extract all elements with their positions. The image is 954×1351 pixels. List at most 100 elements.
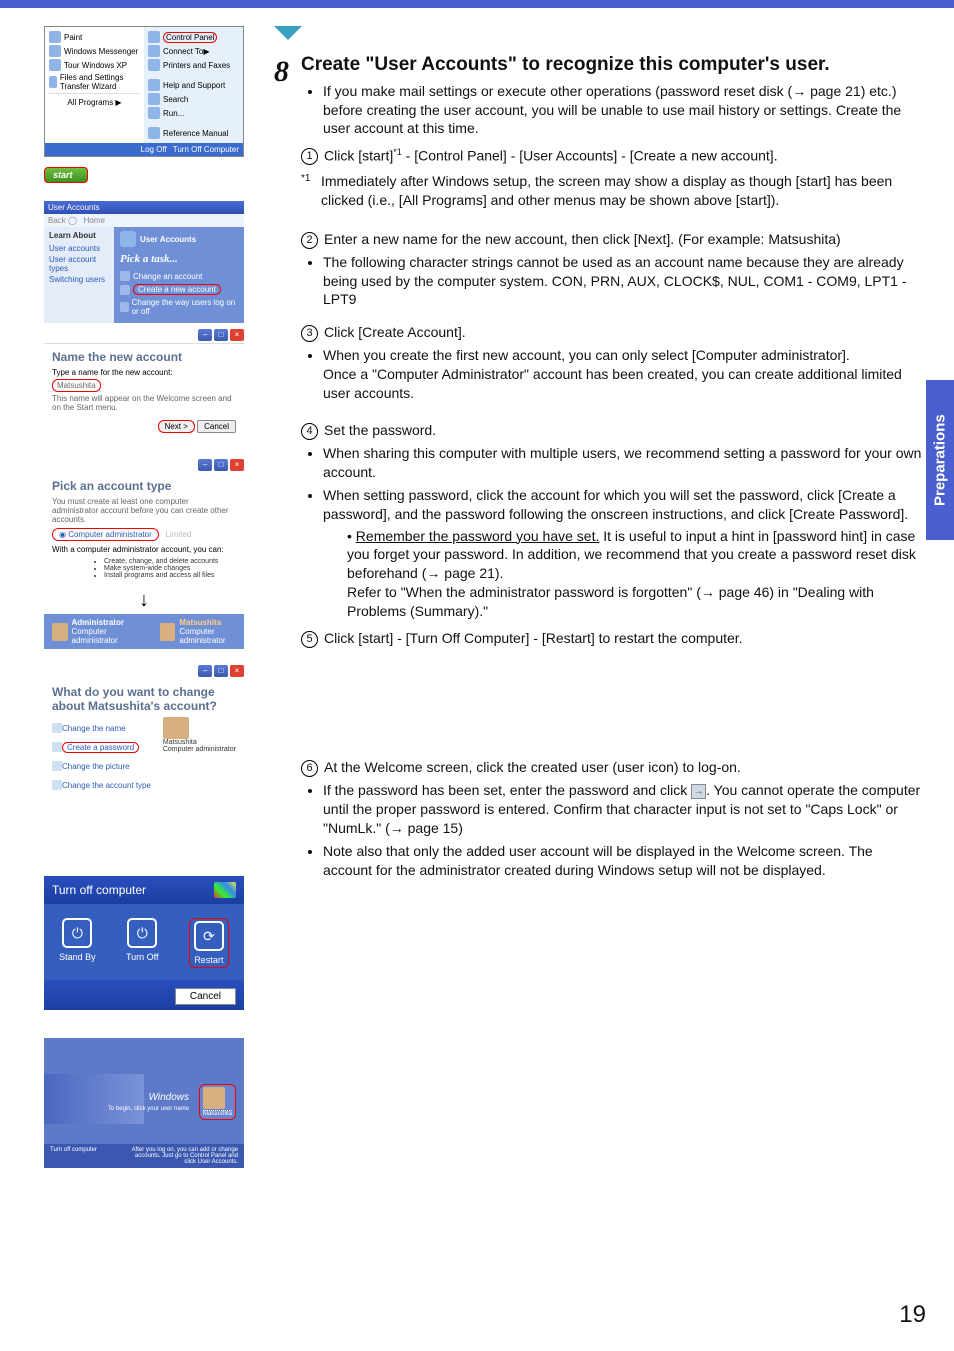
page-number: 19: [899, 1301, 926, 1329]
intro-bullet: If you make mail settings or execute oth…: [323, 82, 924, 139]
mat-sub: Computer administrator: [179, 627, 236, 645]
ua-t2: Create a new account: [133, 284, 221, 295]
welcome-foot-left: Turn off computer: [50, 1147, 97, 1165]
step-3-text: Click [Create Account].: [324, 323, 466, 342]
messenger-icon: [49, 45, 61, 57]
arrow-icon: [120, 302, 129, 312]
start-item-paint: Paint: [64, 33, 82, 42]
start-button: start: [44, 167, 88, 183]
pick-type-window: –□× Pick an account type You must create…: [44, 457, 244, 649]
circled-3: 3: [301, 325, 318, 342]
step-4-text: Set the password.: [324, 421, 436, 440]
cp-icon: [148, 31, 160, 43]
name-prompt: Type a name for the new account:: [52, 368, 236, 377]
close-icon: ×: [230, 459, 244, 471]
step-title: Create "User Accounts" to recognize this…: [301, 52, 924, 78]
ua-home: Home: [84, 216, 105, 225]
avatar-icon: [163, 717, 189, 739]
ua-l2: User account types: [49, 255, 109, 273]
close-icon: ×: [230, 665, 244, 677]
mat-name: Matsushita: [179, 618, 236, 627]
standby-option: ⏻ Stand By: [59, 918, 96, 968]
radio-limited: Limited: [165, 530, 191, 539]
ua-pick: Pick a task...: [120, 253, 238, 265]
step-6-bullet-b: Note also that only the added user accou…: [323, 842, 924, 880]
ua-t3: Change the way users log on or off: [132, 298, 238, 316]
turnoff-dialog: Turn off computer ⏻ Stand By ⏻ Turn Off …: [44, 876, 244, 1010]
step-3-bullet: When you create the first new account, y…: [323, 346, 924, 403]
restart-option: ⟳ Restart: [189, 918, 229, 968]
task-icon: [52, 761, 62, 771]
step-6-bullet-a: If the password has been set, enter the …: [323, 781, 924, 838]
refman-icon: [148, 127, 160, 139]
circled-2: 2: [301, 232, 318, 249]
start-item-search: Search: [163, 95, 188, 104]
circled-1: 1: [301, 148, 318, 165]
paint-icon: [49, 31, 61, 43]
chg-title: What do you want to change about Matsush…: [52, 685, 236, 713]
task-icon: [52, 742, 62, 752]
start-item-control-panel: Control Panel: [163, 32, 217, 43]
step-4-bullet-a: When sharing this computer with multiple…: [323, 444, 924, 482]
admin-name: Administrator: [72, 618, 131, 627]
pick-d2: Make system-wide changes: [104, 565, 236, 572]
ua-t1: Change an account: [133, 272, 202, 281]
name-account-window: –□× Name the new account Type a name for…: [44, 327, 244, 441]
start-item-tour: Tour Windows XP: [64, 61, 127, 70]
turnoff-cancel-button: Cancel: [175, 988, 236, 1005]
printers-icon: [148, 59, 160, 71]
turnoff-title: Turn off computer: [52, 883, 146, 897]
start-item-fst: Files and Settings Transfer Wizard: [60, 73, 140, 91]
welcome-user-name: Matsushita: [203, 1110, 232, 1117]
task-icon: [52, 723, 62, 733]
maximize-icon: □: [214, 665, 228, 677]
welcome-foot-right: After you log on, you can add or change …: [128, 1147, 238, 1165]
chg-c2: Create a password: [62, 742, 139, 753]
step-1-text: Click [start]*1 - [Control Panel] - [Use…: [324, 146, 778, 166]
start-menu-screenshot: Paint Windows Messenger Tour Windows XP …: [44, 26, 244, 157]
circled-4: 4: [301, 423, 318, 440]
radio-admin: ◉ Computer administrator: [52, 528, 159, 541]
restart-icon: ⟳: [194, 921, 224, 951]
arrow-icon: [120, 285, 130, 295]
step-6-text: At the Welcome screen, click the created…: [324, 758, 741, 777]
step-marker-icon: [274, 26, 306, 44]
chg-c1: Change the name: [62, 724, 126, 733]
tour-icon: [49, 59, 61, 71]
pick-d1: Create, change, and delete accounts: [104, 558, 236, 565]
name-input: Matsushita: [52, 379, 101, 392]
welcome-screen: Windows To begin, click your user name M…: [44, 1038, 244, 1168]
admin-sub: Computer administrator: [72, 627, 131, 645]
run-icon: [148, 107, 160, 119]
windows-flag-icon: [214, 882, 236, 898]
pick-desc: With a computer administrator account, y…: [52, 545, 236, 554]
arrow-down-icon: ↓: [44, 589, 244, 612]
next-button: Next >: [158, 420, 195, 433]
task-icon: [52, 780, 62, 790]
ua-learn: Learn About: [49, 231, 109, 240]
circled-6: 6: [301, 760, 318, 777]
avatar-icon: [52, 623, 68, 641]
start-item-printers: Printers and Faxes: [163, 61, 230, 70]
name-hint: This name will appear on the Welcome scr…: [52, 394, 236, 412]
chg-card-name: Matsushita: [163, 739, 197, 746]
ua-back: Back: [48, 216, 66, 225]
minimize-icon: –: [198, 459, 212, 471]
footnote-1: Immediately after Windows setup, the scr…: [321, 172, 924, 210]
ua-l3: Switching users: [49, 275, 109, 284]
ua-title: User Accounts: [48, 203, 100, 212]
pick-note: You must create at least one computer ad…: [52, 497, 236, 524]
maximize-icon: □: [214, 459, 228, 471]
help-icon: [148, 79, 160, 91]
fst-icon: [49, 76, 57, 88]
standby-icon: ⏻: [62, 918, 92, 948]
ua-l1: User accounts: [49, 244, 109, 253]
start-item-connect: Connect To: [163, 47, 203, 56]
search-icon: [148, 93, 160, 105]
turnoff-icon: ⏻: [127, 918, 157, 948]
pick-title: Pick an account type: [52, 479, 236, 493]
close-icon: ×: [230, 329, 244, 341]
top-border: [0, 0, 954, 8]
chg-card-sub: Computer administrator: [163, 746, 236, 753]
step-2-bullet: The following character strings cannot b…: [323, 253, 924, 310]
